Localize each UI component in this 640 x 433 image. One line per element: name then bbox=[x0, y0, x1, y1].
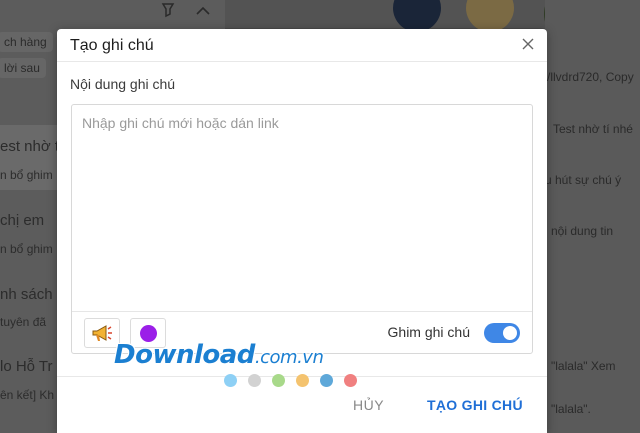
label-chip: lời sau bbox=[0, 58, 46, 78]
conversation-preview: n bổ ghim bbox=[0, 242, 53, 256]
conversation-name: nh sách bbox=[0, 286, 53, 303]
watermark-dot bbox=[248, 374, 261, 387]
watermark-dot bbox=[272, 374, 285, 387]
message-text: u hút sự chú ý bbox=[545, 173, 622, 187]
watermark-tld: .com.vn bbox=[254, 347, 324, 368]
message-text: Test nhờ tí nhé bbox=[553, 122, 633, 136]
selected-color-swatch bbox=[139, 324, 157, 342]
link-text: /llvdrd720, Copy bbox=[547, 70, 634, 84]
watermark-dot bbox=[296, 374, 309, 387]
note-content-label: Nội dung ghi chú bbox=[70, 76, 176, 92]
create-note-dialog: Tạo ghi chú Nội dung ghi chú Ghim ghi ch… bbox=[57, 29, 547, 433]
conversation-preview: n bổ ghim bbox=[0, 168, 53, 182]
pin-note-label: Ghim ghi chú bbox=[387, 324, 470, 340]
label-chip: ch hàng bbox=[0, 32, 53, 52]
chevron-up-icon bbox=[196, 3, 210, 15]
message-text: nội dung tin bbox=[551, 224, 614, 238]
conversation-preview: tuyên đã bbox=[0, 315, 47, 329]
conversation-name: lo Hỗ Tr bbox=[0, 358, 53, 375]
dialog-title: Tạo ghi chú bbox=[70, 37, 154, 54]
message-text: "lalala". bbox=[551, 402, 591, 416]
watermark-dot bbox=[224, 374, 237, 387]
watermark-dot bbox=[320, 374, 333, 387]
toggle-knob bbox=[503, 326, 517, 340]
close-icon[interactable] bbox=[519, 35, 537, 53]
note-input[interactable] bbox=[72, 105, 532, 311]
message-text: "lalala" Xem bbox=[551, 359, 616, 373]
conversation-name: est nhờ t bbox=[0, 138, 60, 155]
cancel-button[interactable]: HỦY bbox=[353, 397, 384, 413]
watermark-brand: Download bbox=[114, 340, 255, 370]
megaphone-icon bbox=[92, 325, 112, 341]
download-watermark-logo: Download.com.vn bbox=[114, 340, 324, 370]
pin-list-icon bbox=[160, 2, 178, 18]
conversation-name: chị em bbox=[0, 212, 45, 229]
watermark-dot bbox=[344, 374, 357, 387]
note-editor: Ghim ghi chú bbox=[71, 104, 533, 354]
pin-note-toggle[interactable] bbox=[484, 323, 520, 343]
create-note-button[interactable]: TẠO GHI CHÚ bbox=[427, 397, 523, 413]
dialog-header: Tạo ghi chú bbox=[57, 29, 547, 62]
conversation-preview: ên kết] Kh bbox=[0, 388, 55, 402]
info-panel-background: /llvdrd720, Copy Test nhờ tí nhé u hút s… bbox=[545, 0, 640, 433]
